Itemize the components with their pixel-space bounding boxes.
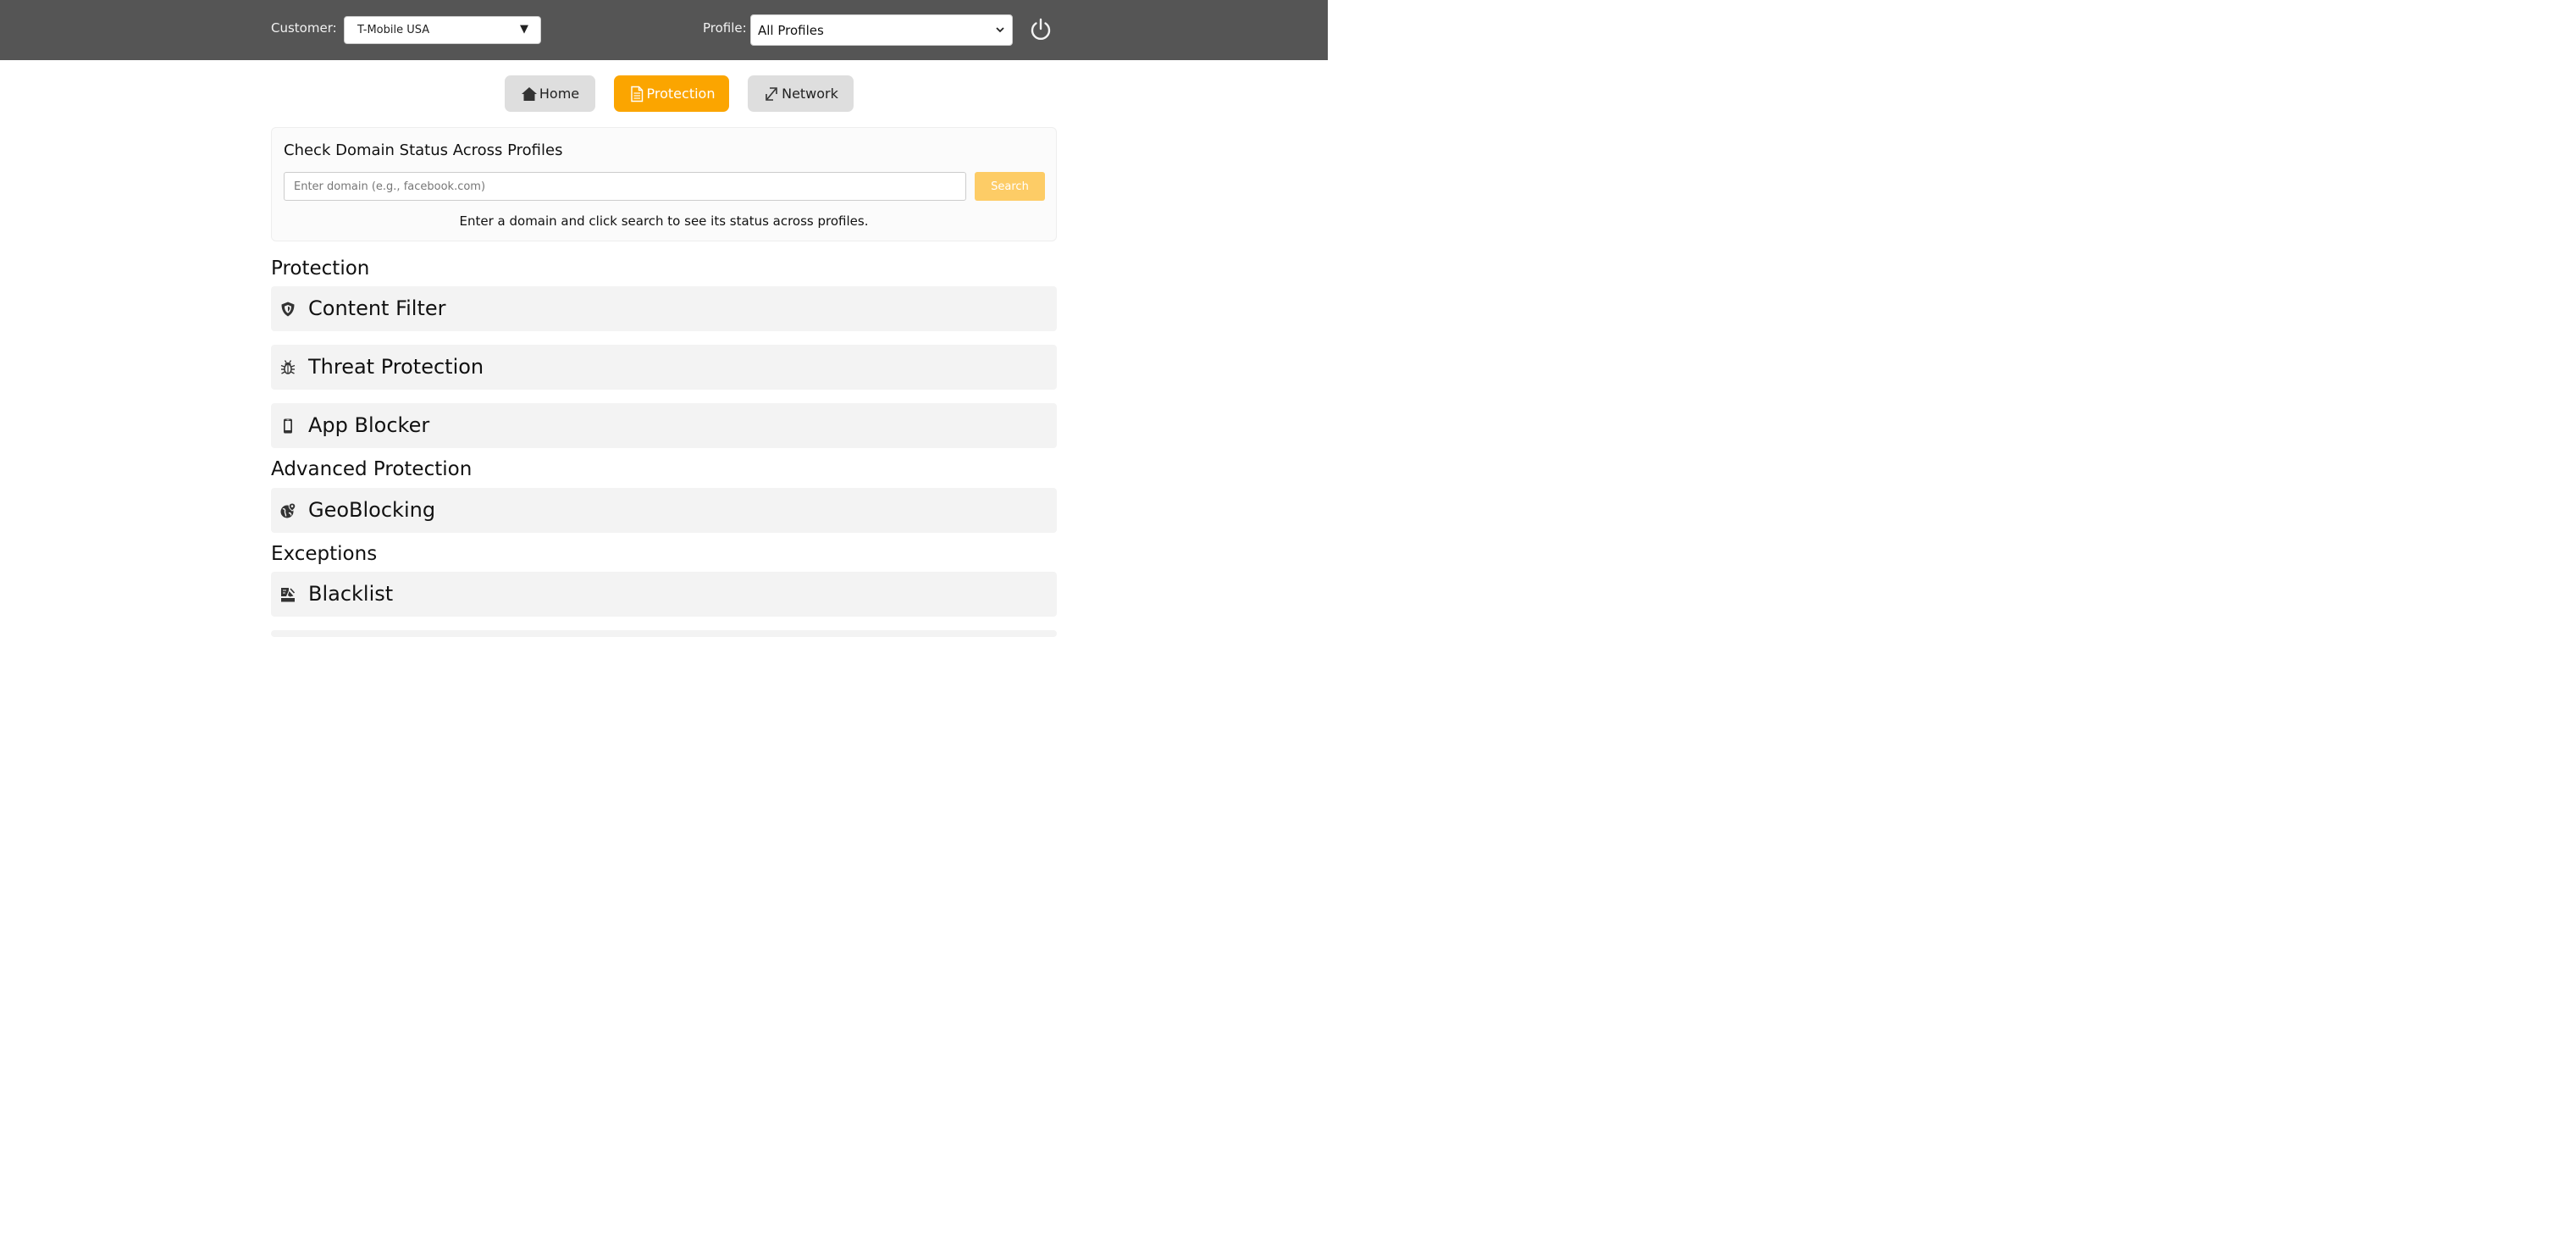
list-item-geoblocking[interactable]: GeoBlocking bbox=[271, 488, 1057, 533]
search-button[interactable]: Search bbox=[975, 172, 1045, 201]
tab-protection-label: Protection bbox=[646, 86, 716, 102]
customer-select-value: T-Mobile USA bbox=[357, 24, 430, 36]
tab-home-label: Home bbox=[539, 86, 580, 102]
list-item-partial[interactable] bbox=[271, 630, 1057, 637]
mobile-icon bbox=[284, 418, 292, 434]
section-heading-advanced-protection: Advanced Protection bbox=[271, 458, 473, 480]
dropdown-arrow-icon: ▼ bbox=[520, 23, 528, 36]
bug-icon bbox=[280, 360, 296, 374]
profile-select-value: All Profiles bbox=[758, 23, 824, 38]
profile-select[interactable]: All Profiles bbox=[750, 14, 1013, 46]
list-item-content-filter[interactable]: Content Filter bbox=[271, 286, 1057, 331]
tab-network[interactable]: Network bbox=[748, 75, 854, 112]
domain-check-card: Check Domain Status Across Profiles Sear… bbox=[271, 127, 1057, 241]
blacklist-icon bbox=[281, 588, 296, 602]
list-item-app-blocker[interactable]: App Blocker bbox=[271, 403, 1057, 448]
list-item-label: Blacklist bbox=[308, 582, 394, 606]
section-heading-exceptions: Exceptions bbox=[271, 543, 378, 565]
list-item-label: App Blocker bbox=[308, 413, 430, 437]
customer-label: Customer: bbox=[271, 20, 337, 36]
section-heading-protection: Protection bbox=[271, 258, 370, 280]
customer-select[interactable]: T-Mobile USA ▼ bbox=[344, 16, 541, 44]
list-item-label: GeoBlocking bbox=[308, 498, 436, 522]
list-item-label: Content Filter bbox=[308, 296, 446, 320]
list-item-threat-protection[interactable]: Threat Protection bbox=[271, 345, 1057, 390]
list-item-label: Threat Protection bbox=[308, 355, 484, 379]
domain-check-title: Check Domain Status Across Profiles bbox=[284, 141, 563, 159]
power-icon[interactable] bbox=[1028, 16, 1053, 42]
tab-protection[interactable]: Protection bbox=[614, 75, 729, 112]
profile-label: Profile: bbox=[703, 20, 747, 36]
top-bar: Customer: T-Mobile USA ▼ Profile: All Pr… bbox=[0, 0, 1328, 60]
domain-check-hint: Enter a domain and click search to see i… bbox=[459, 213, 869, 229]
tab-home[interactable]: Home bbox=[505, 75, 595, 112]
globe-pin-icon bbox=[280, 502, 296, 518]
domain-search-input[interactable] bbox=[284, 172, 966, 201]
link-icon bbox=[766, 86, 777, 101]
list-item-blacklist[interactable]: Blacklist bbox=[271, 572, 1057, 617]
shield-icon bbox=[281, 302, 295, 317]
document-icon bbox=[630, 86, 643, 102]
chevron-down-icon bbox=[996, 27, 1004, 33]
tab-network-label: Network bbox=[782, 86, 838, 102]
home-icon bbox=[521, 86, 537, 101]
